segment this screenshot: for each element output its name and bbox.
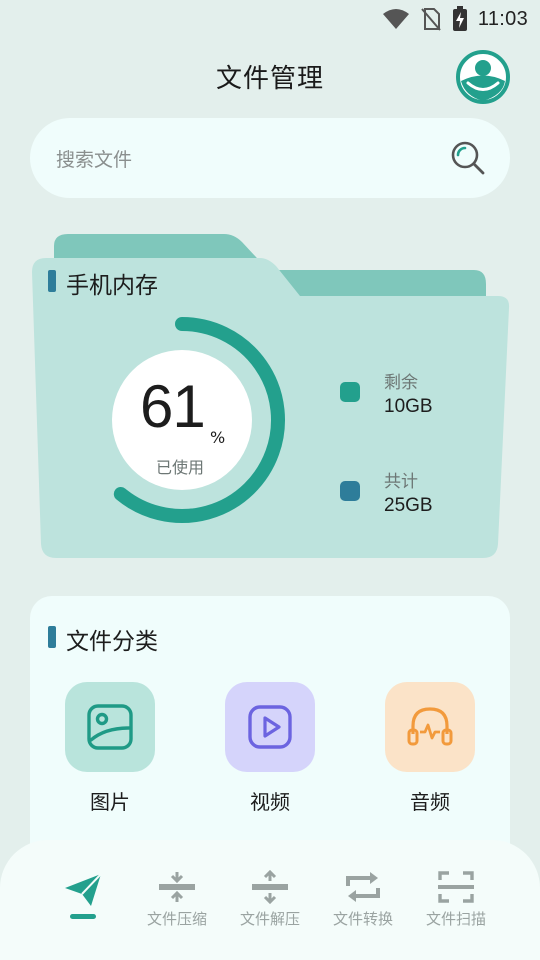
section-marker (48, 626, 56, 648)
remaining-legend-dot (340, 382, 360, 402)
nav-item-compress[interactable]: 文件压缩 (132, 870, 222, 929)
nav-item-send[interactable] (38, 872, 128, 919)
nav-label: 文件压缩 (146, 910, 207, 928)
used-label: 已使用 (156, 458, 205, 477)
decompress-icon (252, 870, 288, 904)
status-bar: 11:03 (0, 0, 540, 36)
wifi-icon (382, 9, 409, 29)
storage-title: 手机内存 (66, 273, 158, 299)
convert-icon (346, 872, 380, 902)
active-indicator (70, 914, 96, 919)
category-title: 文件分类 (66, 629, 158, 655)
video-icon (248, 705, 292, 749)
total-value: 25GB (384, 495, 433, 516)
category-videos[interactable]: 视频 (225, 682, 315, 815)
total-legend-dot (340, 481, 360, 501)
no-sim-icon (421, 8, 441, 31)
nav-label: 文件解压 (239, 910, 300, 928)
remaining-label: 剩余 (384, 373, 418, 393)
scan-icon (438, 871, 474, 903)
category-images[interactable]: 图片 (65, 682, 155, 815)
percent-sign: % (210, 428, 226, 447)
section-marker (48, 270, 56, 292)
total-label: 共计 (384, 472, 418, 492)
avatar[interactable] (456, 50, 510, 104)
category-label: 音频 (410, 790, 450, 814)
category-tile[interactable] (65, 682, 155, 772)
category-audio[interactable]: 音频 (385, 682, 475, 815)
category-tile[interactable] (225, 682, 315, 772)
nav-item-convert[interactable]: 文件转换 (318, 870, 408, 929)
image-icon (87, 704, 133, 750)
status-icons: 11:03 (382, 6, 528, 32)
category-label: 图片 (90, 790, 130, 814)
usage-percent: 61 (140, 373, 206, 440)
search-input[interactable]: 搜索文件 (30, 118, 510, 198)
compress-icon (159, 872, 195, 902)
nav-label: 文件扫描 (425, 910, 486, 928)
search-placeholder: 搜索文件 (56, 149, 133, 171)
send-icon (65, 873, 102, 906)
bottom-nav: 文件压缩 文件解压 文件转换 文件扫描 (0, 840, 540, 960)
remaining-value: 10GB (384, 396, 433, 417)
headphones-icon (407, 707, 453, 746)
nav-item-scan[interactable]: 文件扫描 (411, 870, 501, 929)
nav-label: 文件转换 (332, 910, 393, 928)
status-time: 11:03 (477, 7, 528, 30)
category-tile[interactable] (385, 682, 475, 772)
search-icon[interactable] (450, 140, 486, 176)
user-avatar-icon (456, 50, 510, 104)
category-label: 视频 (250, 790, 290, 814)
storage-card[interactable]: 手机内存 61 % 已使用 剩余 10GB 共计 25GB (28, 232, 514, 564)
nav-item-decompress[interactable]: 文件解压 (225, 870, 315, 929)
battery-charging-icon (452, 6, 467, 31)
